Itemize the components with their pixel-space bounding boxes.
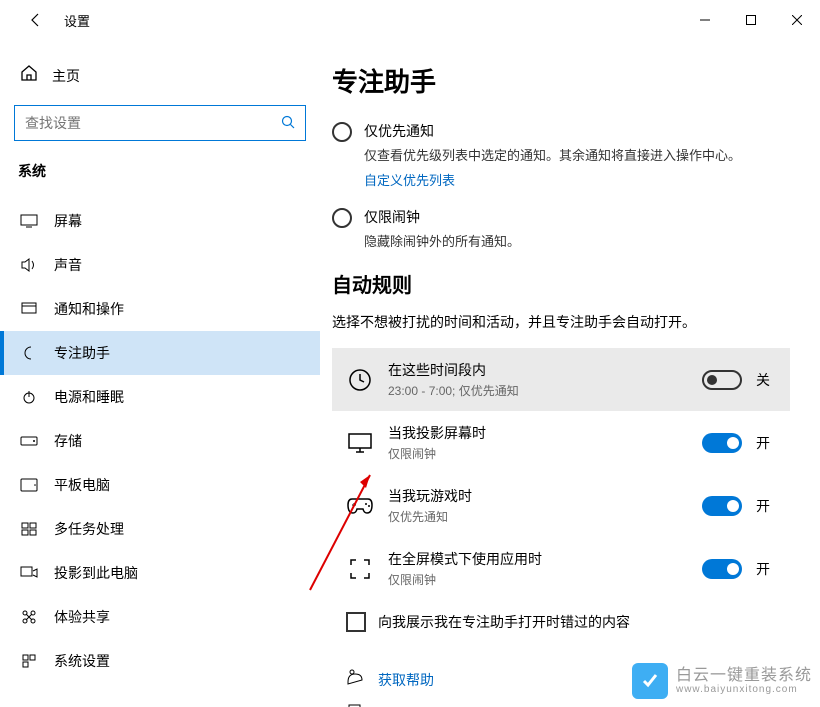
- home-label: 主页: [52, 66, 80, 86]
- radio-alarms-desc: 隐藏除闹钟外的所有通知。: [364, 232, 790, 252]
- rule-fullscreen-toggle[interactable]: [702, 559, 742, 579]
- rule-projecting[interactable]: 当我投影屏幕时仅限闹钟 开: [332, 411, 790, 474]
- sidebar-item-project[interactable]: 投影到此电脑: [0, 551, 320, 595]
- clock-icon: [346, 366, 374, 394]
- customize-priority-link[interactable]: 自定义优先列表: [364, 170, 455, 189]
- show-missed-checkbox-row[interactable]: 向我展示我在专注助手打开时错过的内容: [332, 600, 790, 644]
- sidebar-item-tablet[interactable]: 平板电脑: [0, 463, 320, 507]
- home-icon: [20, 64, 38, 87]
- settings-icon: [20, 652, 38, 670]
- gamepad-icon: [346, 492, 374, 520]
- watermark-icon: [632, 663, 668, 699]
- rule-projecting-toggle[interactable]: [702, 433, 742, 453]
- watermark: 白云一键重装系统 www.baiyunxitong.com: [632, 663, 812, 699]
- sidebar-item-sound[interactable]: 声音: [0, 243, 320, 287]
- sidebar-item-focus[interactable]: 专注助手: [0, 331, 320, 375]
- project-icon: [20, 564, 38, 582]
- sidebar-item-power[interactable]: 电源和睡眠: [0, 375, 320, 419]
- app-title: 设置: [64, 11, 90, 30]
- monitor-icon: [346, 429, 374, 457]
- auto-rules-desc: 选择不想被打扰的时间和活动，并且专注助手会自动打开。: [332, 312, 790, 332]
- notifications-icon: [20, 300, 38, 318]
- sidebar-item-shared[interactable]: 体验共享: [0, 595, 320, 639]
- close-button[interactable]: [774, 0, 820, 40]
- home-link[interactable]: 主页: [14, 54, 320, 97]
- radio-alarms[interactable]: 仅限闹钟: [332, 207, 790, 228]
- sidebar-item-system-settings[interactable]: 系统设置: [0, 639, 320, 683]
- radio-priority[interactable]: 仅优先通知: [332, 121, 790, 142]
- minimize-button[interactable]: [682, 0, 728, 40]
- rule-time-toggle[interactable]: [702, 370, 742, 390]
- shared-icon: [20, 608, 38, 626]
- sound-icon: [20, 256, 38, 274]
- multitask-icon: [20, 520, 38, 538]
- radio-priority-desc: 仅查看优先级列表中选定的通知。其余通知将直接进入操作中心。: [364, 146, 790, 166]
- tablet-icon: [20, 476, 38, 494]
- focus-icon: [20, 344, 38, 362]
- auto-rules-title: 自动规则: [332, 269, 790, 298]
- rule-fullscreen[interactable]: 在全屏模式下使用应用时仅限闹钟 开: [332, 537, 790, 600]
- sidebar-item-storage[interactable]: 存储: [0, 419, 320, 463]
- radio-priority-circle[interactable]: [332, 122, 352, 142]
- display-icon: [20, 212, 38, 230]
- sidebar-item-notifications[interactable]: 通知和操作: [0, 287, 320, 331]
- power-icon: [20, 388, 38, 406]
- back-button[interactable]: [20, 4, 52, 36]
- rule-gaming[interactable]: 当我玩游戏时仅优先通知 开: [332, 474, 790, 537]
- maximize-button[interactable]: [728, 0, 774, 40]
- rule-gaming-toggle[interactable]: [702, 496, 742, 516]
- search-input-box[interactable]: [14, 105, 306, 141]
- sidebar-item-multitask[interactable]: 多任务处理: [0, 507, 320, 551]
- radio-alarms-circle[interactable]: [332, 208, 352, 228]
- section-label: 系统: [14, 161, 320, 181]
- show-missed-checkbox[interactable]: [346, 612, 366, 632]
- page-title: 专注助手: [332, 62, 790, 99]
- rule-time-range[interactable]: 在这些时间段内23:00 - 7:00; 仅优先通知 关: [332, 348, 790, 411]
- search-icon: [281, 115, 295, 132]
- feedback-icon: [346, 703, 364, 707]
- storage-icon: [20, 432, 38, 450]
- sidebar-item-display[interactable]: 屏幕: [0, 199, 320, 243]
- help-icon: [346, 668, 364, 691]
- search-input[interactable]: [25, 115, 281, 131]
- fullscreen-icon: [346, 555, 374, 583]
